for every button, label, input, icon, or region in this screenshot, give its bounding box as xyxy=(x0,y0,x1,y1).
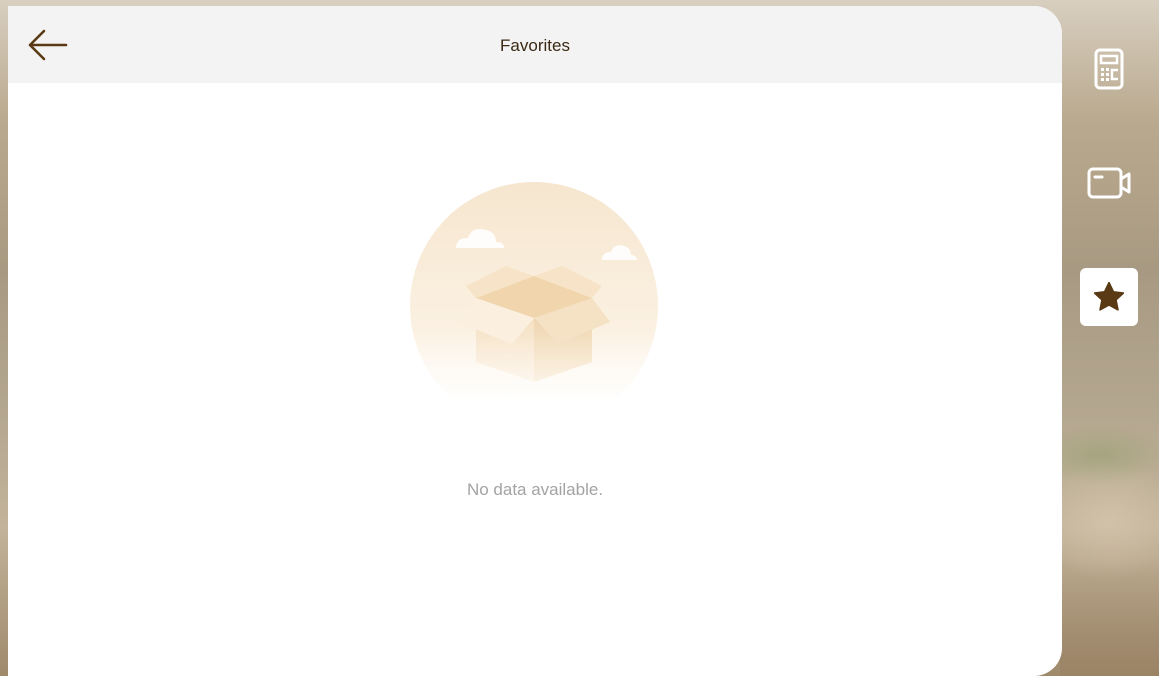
video-camera-button[interactable] xyxy=(1080,154,1138,212)
intercom-keypad-button[interactable] xyxy=(1080,40,1138,98)
favorites-button[interactable] xyxy=(1080,268,1138,326)
arrow-left-icon xyxy=(28,29,68,61)
back-button[interactable] xyxy=(22,24,72,66)
header-bar: Favorites xyxy=(8,6,1062,83)
video-camera-icon xyxy=(1087,167,1131,199)
intercom-keypad-icon xyxy=(1094,48,1124,90)
background-shade xyxy=(1060,560,1159,676)
page-title: Favorites xyxy=(500,36,570,55)
empty-state-message: No data available. xyxy=(466,480,604,499)
favorites-panel: Favorites No data available. xyxy=(8,6,1062,676)
star-icon xyxy=(1093,281,1125,311)
empty-box-illustration xyxy=(410,182,658,396)
